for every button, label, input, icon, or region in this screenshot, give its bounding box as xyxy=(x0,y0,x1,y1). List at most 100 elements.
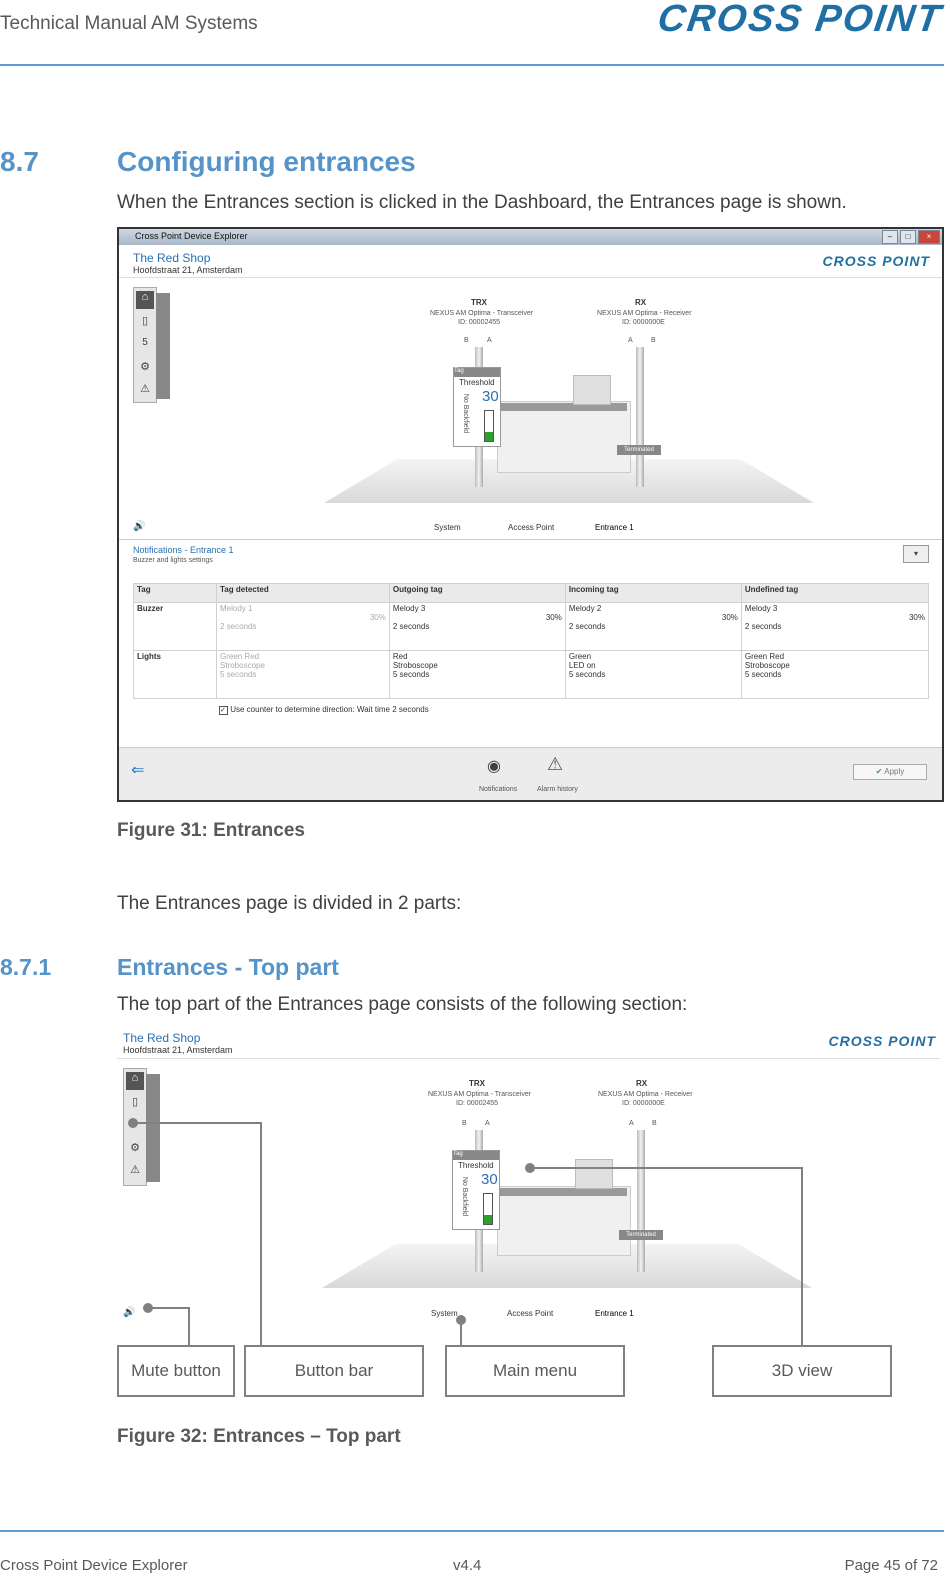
divider xyxy=(117,1058,940,1059)
duration: 5 seconds xyxy=(220,670,257,679)
terminated-label: Terminated xyxy=(617,445,661,455)
home-icon[interactable]: ⌂ xyxy=(126,1072,144,1090)
subsection-number: 8.7.1 xyxy=(0,954,52,980)
buzzer-cell[interactable]: Melody 1 30% 2 seconds xyxy=(216,602,390,651)
app-logo: CROSS POINT xyxy=(828,1033,936,1049)
threshold-panel[interactable]: Tag Threshold 30 No Backfield xyxy=(452,1150,500,1230)
threshold-value: 30 xyxy=(482,388,499,405)
light-color: Red xyxy=(392,652,408,661)
threshold-level-meter xyxy=(483,1193,493,1225)
counter-desk xyxy=(497,401,631,473)
light-mode: Stroboscope xyxy=(392,661,438,670)
light-color: Green Red xyxy=(744,652,785,661)
trx-model: NEXUS AM Optima - Transceiver xyxy=(430,310,534,317)
apply-button[interactable]: ✔ Apply xyxy=(853,764,927,780)
menu-entrance[interactable]: Entrance 1 xyxy=(595,1309,634,1318)
rx-pole xyxy=(637,1130,645,1272)
apply-label: Apply xyxy=(884,767,905,776)
duration: 5 seconds xyxy=(744,670,782,679)
view3d-callout-line xyxy=(530,1167,802,1169)
window-title-bar: Cross Point Device Explorer – □ × xyxy=(119,229,942,245)
lights-cell[interactable]: Green LED on 5 seconds xyxy=(564,650,742,699)
close-icon[interactable]: × xyxy=(918,230,940,244)
counter-checkbox[interactable]: ✓ xyxy=(219,706,228,715)
counter-icon[interactable]: 5 xyxy=(136,337,154,355)
melody: Melody 3 xyxy=(392,604,426,613)
rx-pole xyxy=(636,347,644,487)
alarm-icon[interactable]: ⚠ xyxy=(136,382,154,400)
devices-icon[interactable]: ▯ xyxy=(126,1095,144,1113)
alarm-icon[interactable]: ⚠ xyxy=(126,1163,144,1181)
buzzer-cell[interactable]: Melody 3 30% 2 seconds xyxy=(740,602,930,651)
light-color: Green Red xyxy=(220,652,260,661)
footer-version: v4.4 xyxy=(453,1557,482,1574)
lights-cell[interactable]: Green Red Stroboscope 5 seconds xyxy=(740,650,930,699)
button-bar-side-panel xyxy=(146,1074,160,1182)
counter-option[interactable]: ✓ Use counter to determine direction: Wa… xyxy=(219,705,429,715)
devices-icon[interactable]: ▯ xyxy=(136,314,154,332)
notifications-subtitle: Buzzer and lights settings xyxy=(133,557,213,564)
trx-id: ID: 00002455 xyxy=(458,319,501,326)
duration: 2 seconds xyxy=(392,622,430,631)
shop-address: Hoofdstraat 21, Amsterdam xyxy=(133,265,243,275)
menu-system[interactable]: System xyxy=(431,1309,458,1318)
mute-icon[interactable]: 🔊 xyxy=(123,1307,135,1318)
maximize-icon[interactable]: □ xyxy=(900,230,916,244)
menu-system[interactable]: System xyxy=(434,523,461,532)
callout-mute-button: Mute button xyxy=(117,1345,235,1397)
wait-time[interactable]: 2 seconds xyxy=(392,705,428,714)
trx-antenna-b: B xyxy=(462,1120,467,1127)
section-number: 8.7 xyxy=(0,146,39,177)
level-fill xyxy=(484,1215,492,1224)
settings-icon[interactable]: ⚙ xyxy=(136,360,154,378)
buzzer-label: Buzzer xyxy=(133,602,217,651)
subsection-intro: The top part of the Entrances page consi… xyxy=(117,994,688,1015)
no-backfield: No Backfield xyxy=(462,393,470,434)
melody: Melody 2 xyxy=(568,604,602,613)
lights-cell[interactable]: Green Red Stroboscope 5 seconds xyxy=(216,650,390,699)
settings-icon[interactable]: ⚙ xyxy=(126,1141,144,1159)
counter-text: Use counter to determine direction: Wait… xyxy=(230,705,391,714)
buzzer-cell[interactable]: Melody 2 30% 2 seconds xyxy=(564,602,742,651)
volume: 30% xyxy=(545,613,562,622)
threshold-value: 30 xyxy=(481,1171,498,1188)
divider xyxy=(119,277,942,278)
footer-product: Cross Point Device Explorer xyxy=(0,1557,188,1574)
lights-label: Lights xyxy=(133,650,217,699)
subsection-title: Entrances - Top part xyxy=(117,954,339,980)
notifications-table: Tag Tag detected Outgoing tag Incoming t… xyxy=(133,583,930,699)
register-monitor xyxy=(573,375,611,405)
menu-entrance[interactable]: Entrance 1 xyxy=(595,523,634,532)
minimize-icon[interactable]: – xyxy=(882,230,898,244)
alarm-history-icon[interactable]: ⚠ xyxy=(547,754,563,775)
home-icon[interactable]: ⌂ xyxy=(136,291,154,309)
section-title: Configuring entrances xyxy=(117,146,416,177)
rx-antenna-b: B xyxy=(652,1120,657,1127)
app-logo: CROSS POINT xyxy=(822,253,930,269)
col-tag[interactable]: Tag xyxy=(133,583,217,603)
menu-access-point[interactable]: Access Point xyxy=(507,1309,553,1318)
alarm-history-label: Alarm history xyxy=(537,786,578,793)
threshold-panel[interactable]: Tag Threshold 30 No Backfield xyxy=(453,367,501,447)
button-bar: ⌂ ▯ 5 ⚙ ⚠ xyxy=(133,287,157,403)
back-arrow-icon[interactable]: ⇐ xyxy=(131,760,144,780)
rx-antenna-a: A xyxy=(629,1120,634,1127)
menu-access-point[interactable]: Access Point xyxy=(508,523,554,532)
trx-name: TRX xyxy=(471,298,487,307)
buzzer-cell[interactable]: Melody 3 30% 2 seconds xyxy=(388,602,566,651)
lights-cell[interactable]: Red Stroboscope 5 seconds xyxy=(388,650,566,699)
options-dropdown-button[interactable]: ▾ xyxy=(903,545,929,563)
view3d-callout-line xyxy=(801,1167,803,1345)
threshold-label: Threshold xyxy=(458,1161,494,1170)
melody: Melody 3 xyxy=(744,604,778,613)
terminated-label: Terminated xyxy=(619,1230,663,1240)
rx-antenna-a: A xyxy=(628,337,633,344)
parts-text: The Entrances page is divided in 2 parts… xyxy=(117,893,462,914)
volume: 30% xyxy=(908,613,925,622)
col-undefined-tag: Undefined tag xyxy=(740,583,930,603)
mute-icon[interactable]: 🔊 xyxy=(133,521,145,532)
notifications-icon[interactable]: ◉ xyxy=(487,756,501,776)
volume: 30% xyxy=(369,613,386,622)
rx-model: NEXUS AM Optima - Receiver xyxy=(598,1091,693,1098)
duration: 5 seconds xyxy=(392,670,430,679)
